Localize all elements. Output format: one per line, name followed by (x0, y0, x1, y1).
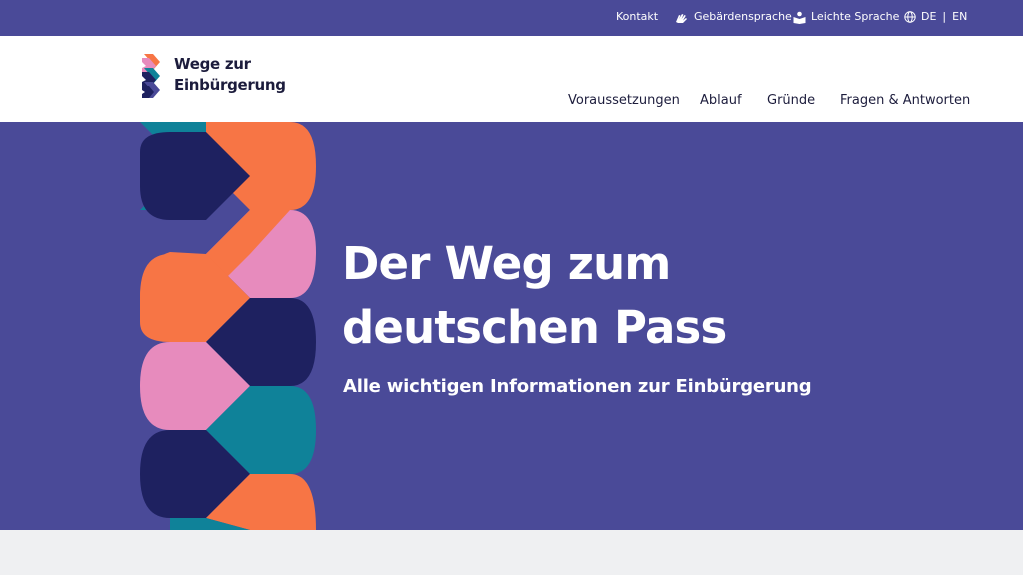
globe-icon (904, 11, 916, 23)
hero-title-line-2: deutschen Pass (342, 301, 727, 354)
content-section (0, 530, 1023, 575)
hero-title-line-1: Der Weg zum (342, 237, 671, 290)
hero-title: Der Weg zum deutschen Pass (342, 232, 862, 360)
sign-language-link[interactable]: Gebärdensprache (674, 0, 792, 36)
nav-fragen-antworten[interactable]: Fragen & Antworten (840, 93, 970, 108)
lang-en-link[interactable]: EN (952, 10, 967, 23)
book-reader-icon (793, 11, 806, 24)
braid-logo-icon (142, 54, 160, 98)
contact-link[interactable]: Kontakt (616, 0, 658, 36)
lang-de-link[interactable]: DE (921, 10, 936, 23)
easy-language-link[interactable]: Leichte Sprache (793, 0, 899, 36)
language-switch: DE | EN (904, 0, 967, 36)
hands-icon (676, 13, 687, 23)
nav-gruende[interactable]: Gründe (767, 93, 815, 108)
logo-text: Wege zur Einbürgerung (174, 54, 294, 96)
nav-voraussetzungen[interactable]: Voraussetzungen (568, 93, 680, 108)
braid-illustration (140, 122, 316, 530)
hero-subtitle: Alle wichtigen Informationen zur Einbürg… (343, 376, 812, 397)
easy-language-label: Leichte Sprache (811, 10, 900, 23)
utility-bar: Kontakt Gebärdensprache Leichte Sprache … (0, 0, 1023, 36)
logo-line-2: Einbürgerung (174, 76, 286, 94)
nav-ablauf[interactable]: Ablauf (700, 93, 742, 108)
sign-language-label: Gebärdensprache (694, 10, 792, 23)
site-header: Wege zur Einbürgerung Voraussetzungen Ab… (0, 36, 1023, 122)
hero-banner: Der Weg zum deutschen Pass Alle wichtige… (0, 122, 1023, 530)
logo-line-1: Wege zur (174, 55, 251, 73)
lang-separator: | (942, 10, 947, 23)
